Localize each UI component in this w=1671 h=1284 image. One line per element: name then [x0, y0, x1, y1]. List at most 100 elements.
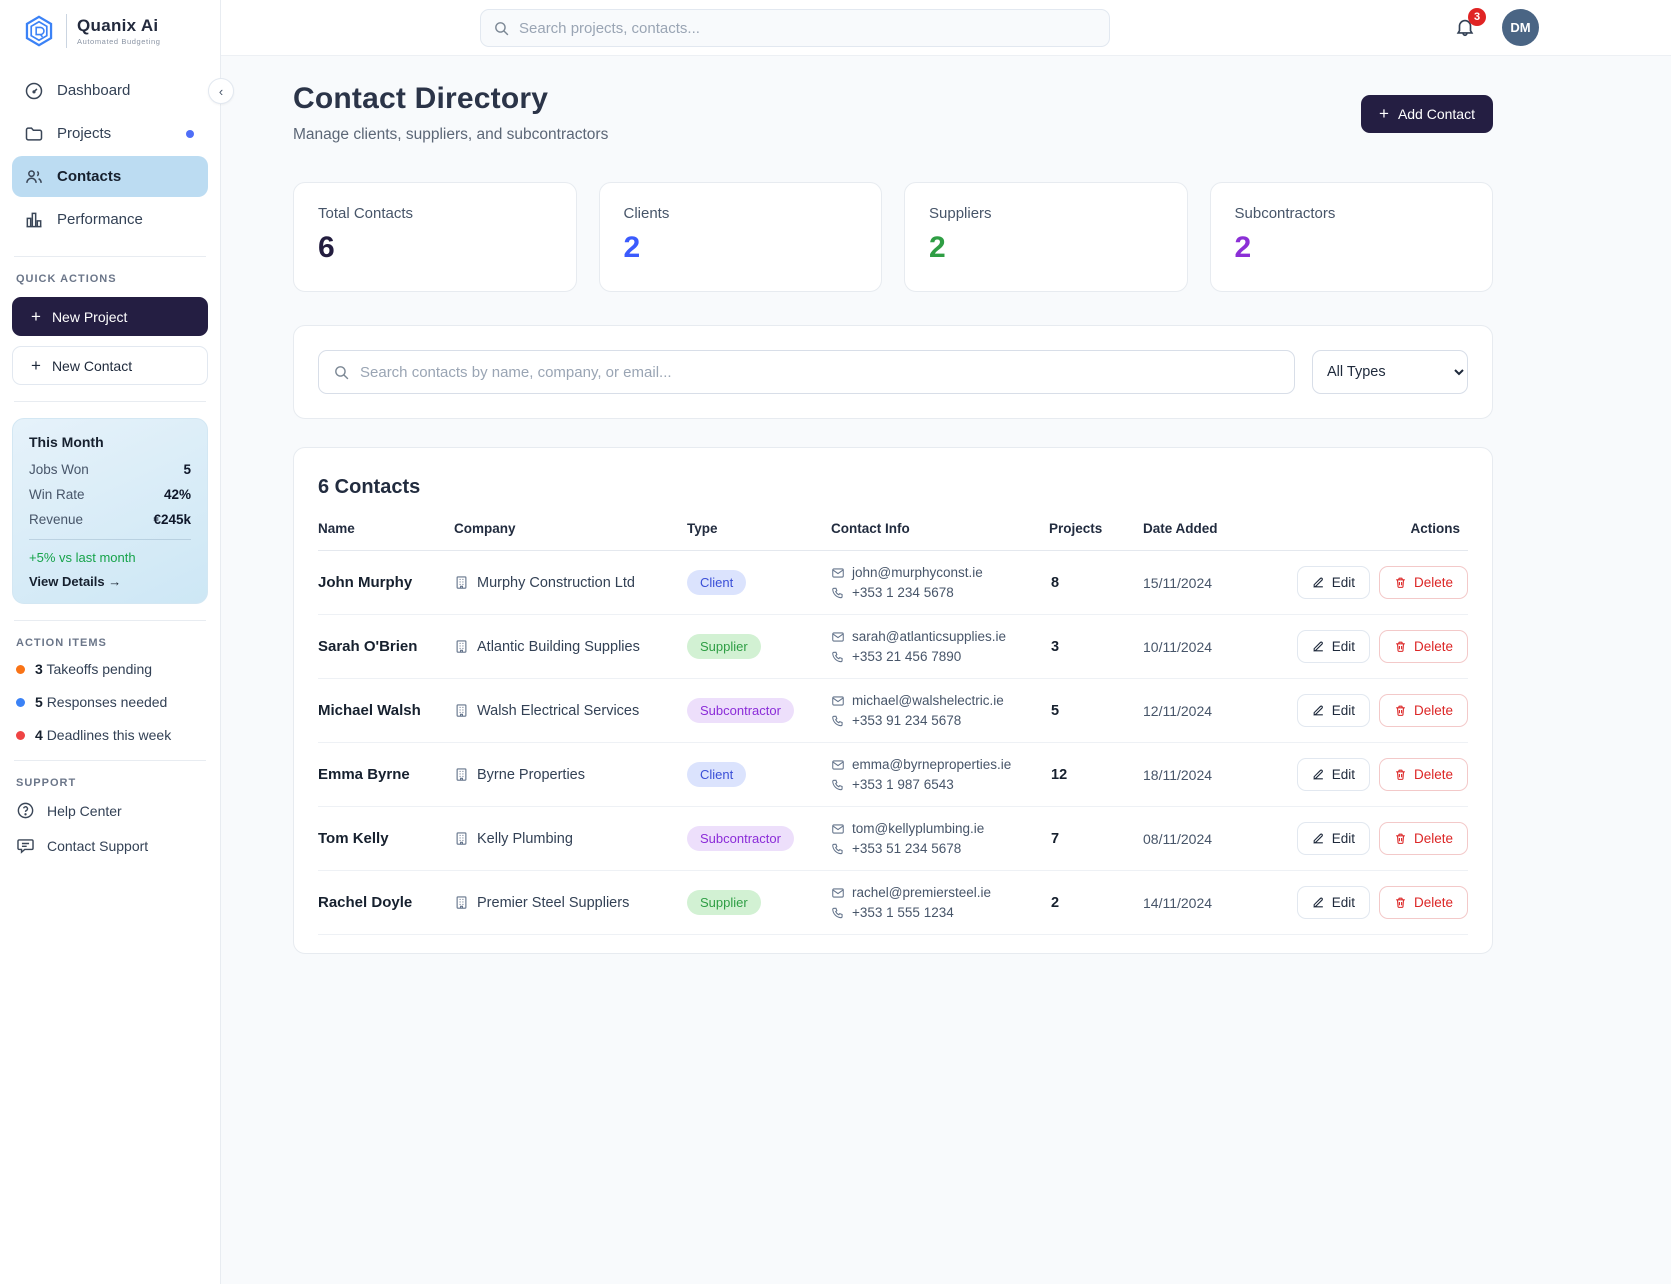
contact-phone: +353 51 234 5678 — [852, 841, 961, 856]
contact-company: Byrne Properties — [454, 767, 687, 783]
status-dot-icon — [16, 731, 25, 740]
contact-email: tom@kellyplumbing.ie — [852, 821, 984, 836]
projects-count: 5 — [1049, 703, 1143, 719]
mail-icon — [831, 630, 845, 644]
bar-chart-icon — [24, 210, 44, 230]
delete-button[interactable]: Delete — [1379, 630, 1468, 663]
phone-line: +353 1 555 1234 — [831, 905, 1049, 920]
this-month-title: This Month — [29, 434, 191, 450]
type-badge: Supplier — [687, 634, 761, 659]
edit-button[interactable]: Edit — [1297, 822, 1370, 855]
action-item[interactable]: 4 Deadlines this week — [12, 727, 208, 743]
action-items-heading: ACTION ITEMS — [12, 637, 208, 649]
phone-icon — [831, 842, 845, 856]
contact-info: john@murphyconst.ie +353 1 234 5678 — [831, 565, 1049, 600]
sidebar-item-dashboard[interactable]: Dashboard — [12, 70, 208, 111]
stat-card: Suppliers 2 — [904, 182, 1188, 292]
mail-icon — [831, 694, 845, 708]
projects-count: 12 — [1049, 767, 1143, 783]
delete-button[interactable]: Delete — [1379, 758, 1468, 791]
help-circle-icon — [16, 801, 35, 820]
trash-icon — [1394, 704, 1407, 717]
divider — [29, 539, 191, 540]
new-contact-label: New Contact — [52, 358, 132, 374]
action-items-list: 3 Takeoffs pending 5 Responses needed 4 … — [12, 661, 208, 743]
sidebar-item-performance[interactable]: Performance — [12, 199, 208, 240]
table-header-row: Name Company Type Contact Info Projects … — [318, 521, 1468, 551]
sidebar-item-label: Projects — [57, 125, 111, 142]
stat-value: 2 — [624, 231, 858, 265]
contact-name: Tom Kelly — [318, 830, 454, 847]
delete-button[interactable]: Delete — [1379, 822, 1468, 855]
type-badge: Subcontractor — [687, 826, 794, 851]
sidebar-item-contacts[interactable]: Contacts — [12, 156, 208, 197]
status-dot-icon — [16, 665, 25, 674]
action-item[interactable]: 5 Responses needed — [12, 694, 208, 710]
sidebar-item-projects[interactable]: Projects — [12, 113, 208, 154]
delete-label: Delete — [1414, 639, 1453, 654]
edit-button[interactable]: Edit — [1297, 566, 1370, 599]
global-search[interactable] — [480, 9, 1110, 47]
edit-button[interactable]: Edit — [1297, 630, 1370, 663]
column-header: Company — [454, 521, 687, 536]
projects-count: 3 — [1049, 639, 1143, 655]
edit-button[interactable]: Edit — [1297, 758, 1370, 791]
contact-support-item[interactable]: Contact Support — [12, 836, 208, 855]
contact-phone: +353 21 456 7890 — [852, 649, 961, 664]
type-filter-select[interactable]: All Types — [1312, 350, 1468, 394]
chevron-left-icon: ‹ — [219, 84, 223, 99]
global-search-input[interactable] — [519, 20, 1097, 37]
edit-button[interactable]: Edit — [1297, 694, 1370, 727]
projects-count: 7 — [1049, 831, 1143, 847]
plus-icon: + — [31, 308, 41, 325]
brand: Quanix Ai Automated Budgeting — [12, 12, 208, 62]
stat-value: 2 — [1235, 231, 1469, 265]
delete-button[interactable]: Delete — [1379, 566, 1468, 599]
trash-icon — [1394, 576, 1407, 589]
quick-actions-heading: QUICK ACTIONS — [12, 273, 208, 285]
row-actions: Edit Delete — [1293, 630, 1468, 663]
notification-count-badge: 3 — [1468, 8, 1486, 26]
help-center-item[interactable]: Help Center — [12, 801, 208, 820]
brand-tagline: Automated Budgeting — [77, 37, 161, 46]
add-contact-button[interactable]: + Add Contact — [1361, 95, 1493, 133]
row-actions: Edit Delete — [1293, 886, 1468, 919]
divider — [14, 760, 206, 761]
trash-icon — [1394, 832, 1407, 845]
metric-label: Jobs Won — [29, 462, 89, 477]
avatar[interactable]: DM — [1502, 9, 1539, 46]
delete-button[interactable]: Delete — [1379, 694, 1468, 727]
stat-label: Suppliers — [929, 205, 1163, 222]
edit-pencil-icon — [1312, 896, 1325, 909]
new-project-button[interactable]: + New Project — [12, 297, 208, 336]
this-month-row: Win Rate 42% — [29, 487, 191, 502]
view-details-link[interactable]: View Details → — [29, 574, 191, 589]
column-header: Name — [318, 521, 454, 536]
notifications-button[interactable]: 3 — [1454, 16, 1478, 40]
email-line: michael@walshelectric.ie — [831, 693, 1049, 708]
action-item-text: 5 Responses needed — [35, 694, 167, 710]
delete-button[interactable]: Delete — [1379, 886, 1468, 919]
type-badge: Client — [687, 762, 746, 787]
new-project-label: New Project — [52, 309, 127, 325]
projects-count: 2 — [1049, 895, 1143, 911]
metric-label: Revenue — [29, 512, 83, 527]
trash-icon — [1394, 896, 1407, 909]
sidebar-collapse-button[interactable]: ‹ — [208, 78, 234, 104]
edit-button[interactable]: Edit — [1297, 886, 1370, 919]
new-contact-button[interactable]: + New Contact — [12, 346, 208, 385]
stat-value: 6 — [318, 231, 552, 265]
projects-count: 8 — [1049, 575, 1143, 591]
divider — [14, 401, 206, 402]
contact-search-input[interactable] — [360, 364, 1280, 381]
contact-support-label: Contact Support — [47, 838, 148, 854]
contact-search[interactable] — [318, 350, 1295, 394]
table-row: John Murphy Murphy Construction Ltd — [318, 551, 1468, 615]
mail-icon — [831, 566, 845, 580]
table-row: Tom Kelly Kelly Plumbing Subcon — [318, 807, 1468, 871]
phone-line: +353 1 234 5678 — [831, 585, 1049, 600]
action-item[interactable]: 3 Takeoffs pending — [12, 661, 208, 677]
date-added: 08/11/2024 — [1143, 831, 1293, 847]
building-icon — [454, 767, 469, 782]
contacts-count-heading: 6 Contacts — [318, 476, 1468, 499]
